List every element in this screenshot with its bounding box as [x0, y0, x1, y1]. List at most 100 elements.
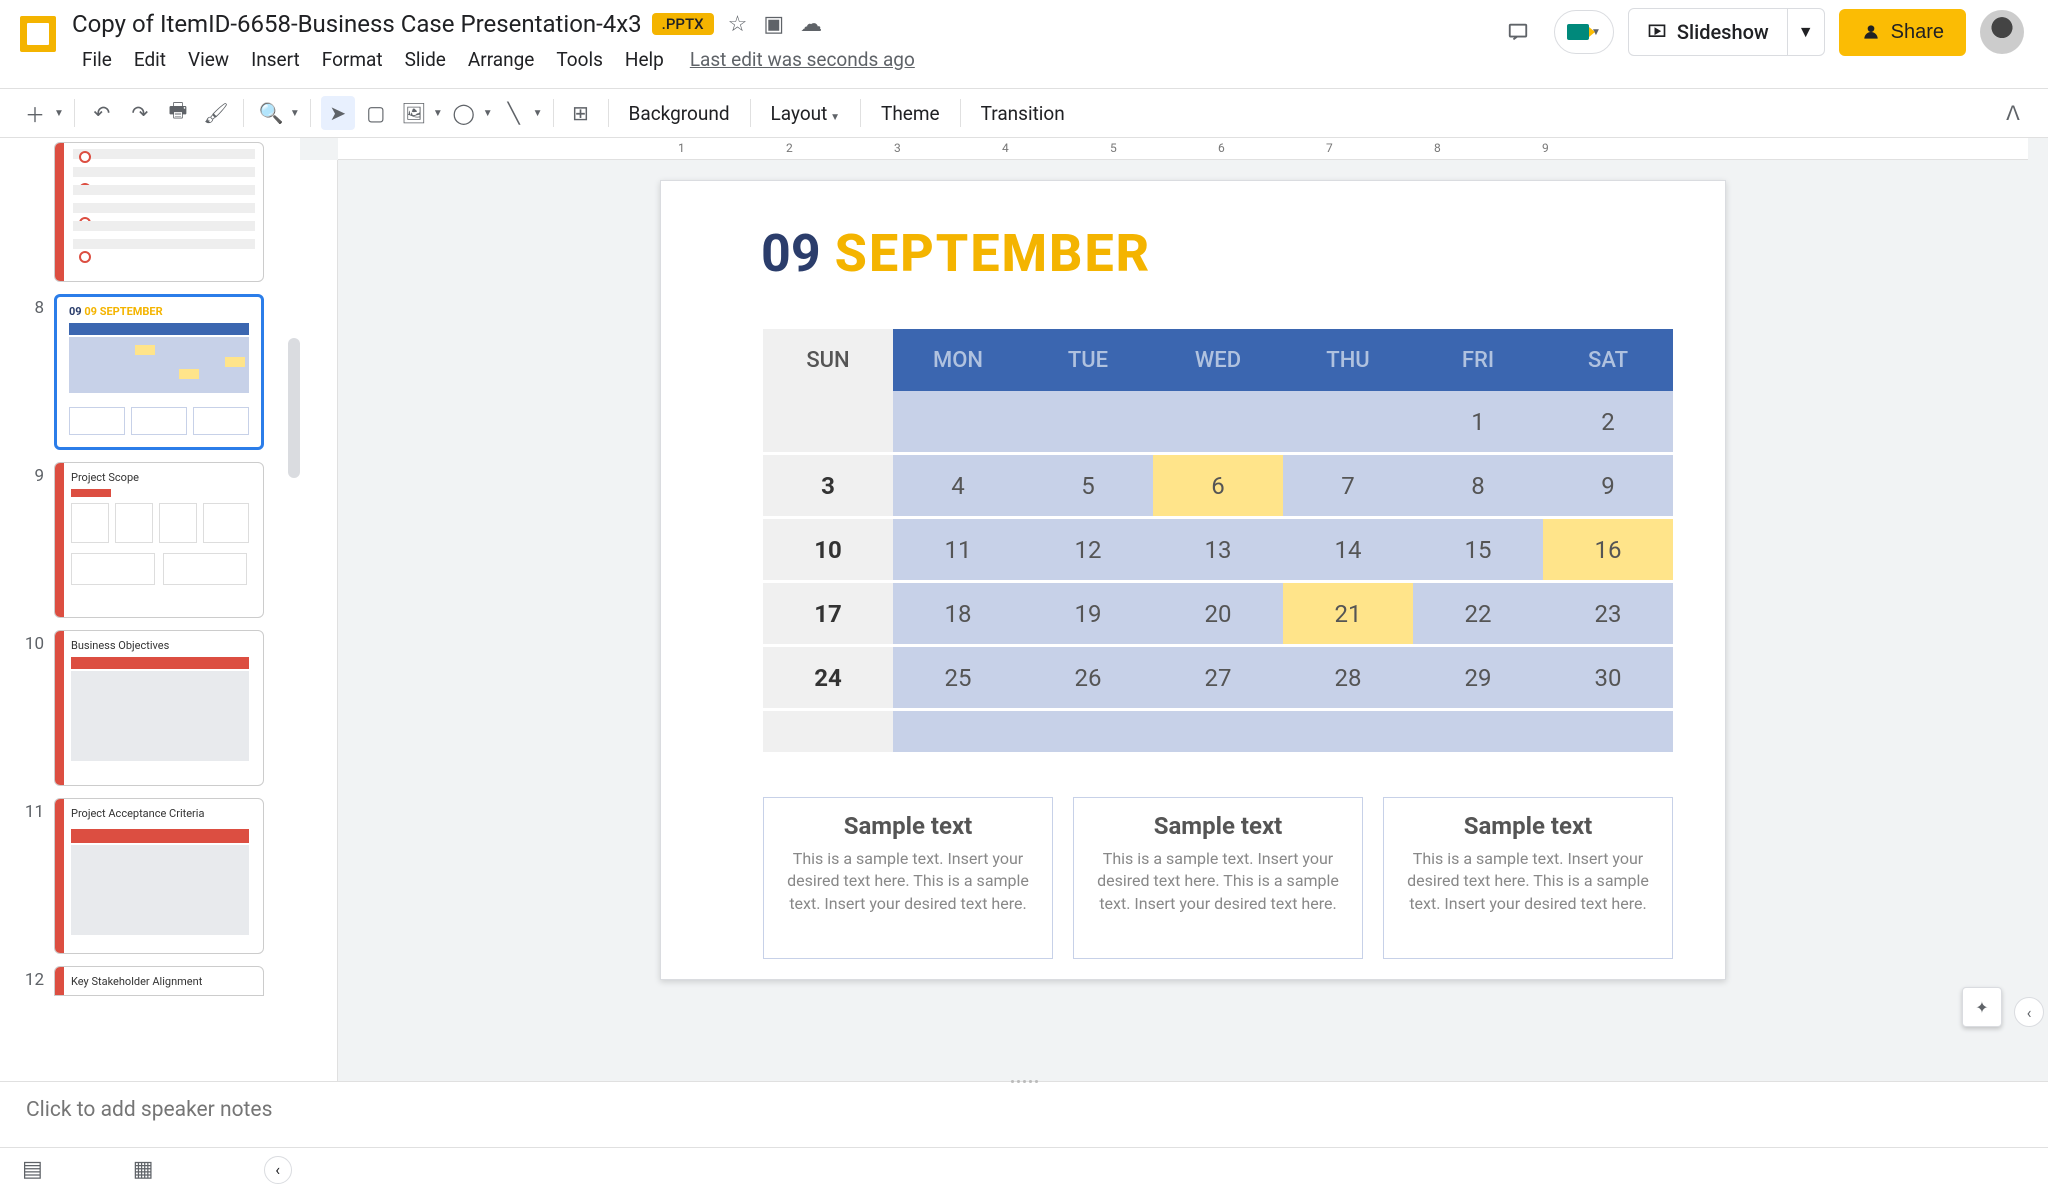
print-icon[interactable]: 🖶 — [161, 96, 195, 130]
grid-view-icon[interactable]: ▦ — [133, 1157, 154, 1182]
menu-tools[interactable]: Tools — [546, 44, 613, 75]
background-button[interactable]: Background — [619, 102, 740, 125]
slide-thumb[interactable]: Business Objectives — [54, 630, 264, 786]
calendar-cell: 1 — [1413, 391, 1543, 455]
undo-icon[interactable]: ↶ — [85, 96, 119, 130]
slide-thumb[interactable]: Key Stakeholder Alignment — [54, 966, 264, 996]
slide-month-name: SEPTEMBER — [835, 223, 1152, 284]
thumbnail-sidebar[interactable]: 8 09 09 SEPTEMBER 9 Project Scope — [0, 138, 300, 1081]
menu-slide[interactable]: Slide — [395, 44, 456, 75]
thumb-number: 9 — [20, 466, 44, 486]
side-panel-toggle-icon[interactable]: ‹ — [2014, 997, 2044, 1027]
calendar-cell — [1023, 391, 1153, 455]
calendar-cell: 3 — [763, 455, 893, 519]
calendar-day-header: FRI — [1413, 329, 1543, 391]
slides-logo[interactable] — [12, 8, 64, 60]
slide-thumb[interactable]: Project Acceptance Criteria — [54, 798, 264, 954]
line-icon[interactable]: ╲ — [497, 96, 531, 130]
slideshow-button[interactable]: Slideshow ▼ — [1628, 8, 1825, 56]
sample-text-box: Sample textThis is a sample text. Insert… — [1073, 797, 1363, 959]
comments-icon[interactable] — [1496, 10, 1540, 54]
slide-canvas[interactable]: 123456789 09 SEPTEMBER SUNMONTUEWEDTHUFR… — [300, 138, 2048, 1081]
calendar-cell — [1153, 711, 1283, 755]
sample-text-box: Sample textThis is a sample text. Insert… — [763, 797, 1053, 959]
calendar-day-header: SUN — [763, 329, 893, 391]
collapse-toolbar-icon[interactable]: ᐱ — [1996, 96, 2030, 130]
calendar-cell: 20 — [1153, 583, 1283, 647]
calendar-cell: 26 — [1023, 647, 1153, 711]
bottom-bar: ▤ ▦ ‹ — [0, 1147, 2048, 1191]
account-avatar[interactable] — [1980, 10, 2024, 54]
share-button[interactable]: Share — [1839, 9, 1966, 56]
calendar-cell: 13 — [1153, 519, 1283, 583]
menu-file[interactable]: File — [72, 44, 122, 75]
calendar-cell: 12 — [1023, 519, 1153, 583]
menu-format[interactable]: Format — [312, 44, 393, 75]
calendar-cell: 6 — [1153, 455, 1283, 519]
textbox-icon[interactable]: ▢ — [359, 96, 393, 130]
slide-thumb[interactable] — [54, 142, 264, 282]
vertical-ruler — [300, 160, 338, 1081]
calendar-cell: 9 — [1543, 455, 1673, 519]
collapse-sidebar-icon[interactable]: ‹ — [264, 1156, 292, 1184]
thumb-number: 8 — [20, 298, 44, 318]
menu-insert[interactable]: Insert — [241, 44, 310, 75]
menu-help[interactable]: Help — [615, 44, 674, 75]
calendar-cell: 14 — [1283, 519, 1413, 583]
calendar-cell: 21 — [1283, 583, 1413, 647]
thumb-number: 10 — [20, 634, 44, 654]
move-icon[interactable]: ▣ — [763, 12, 784, 37]
cloud-icon[interactable]: ☁ — [800, 12, 822, 37]
menu-view[interactable]: View — [178, 44, 239, 75]
filmstrip-view-icon[interactable]: ▤ — [22, 1157, 43, 1182]
image-icon[interactable]: 🖼 — [397, 96, 431, 130]
explore-icon[interactable]: ✦ — [1962, 987, 2002, 1027]
calendar-cell — [1153, 391, 1283, 455]
slide-content[interactable]: 09 SEPTEMBER SUNMONTUEWEDTHUFRISAT 12345… — [660, 180, 1726, 980]
slide-month-number: 09 — [761, 223, 821, 284]
meet-button[interactable]: ▼ — [1554, 10, 1614, 54]
calendar-cell — [763, 391, 893, 455]
calendar-cell: 17 — [763, 583, 893, 647]
slide-thumb-active[interactable]: 09 09 SEPTEMBER — [54, 294, 264, 450]
menu-bar: File Edit View Insert Format Slide Arran… — [72, 44, 1496, 74]
star-icon[interactable]: ☆ — [728, 12, 748, 37]
thumb-number: 11 — [20, 802, 44, 822]
calendar-cell: 22 — [1413, 583, 1543, 647]
thumb-number: 12 — [20, 970, 44, 990]
theme-button[interactable]: Theme — [871, 102, 950, 125]
redo-icon[interactable]: ↷ — [123, 96, 157, 130]
calendar-cell — [1023, 711, 1153, 755]
notes-drag-handle[interactable] — [1004, 1076, 1044, 1086]
paint-format-icon[interactable]: 🖌 — [199, 96, 233, 130]
calendar-day-header: MON — [893, 329, 1023, 391]
calendar-cell: 11 — [893, 519, 1023, 583]
menu-edit[interactable]: Edit — [124, 44, 176, 75]
workspace: 8 09 09 SEPTEMBER 9 Project Scope — [0, 138, 2048, 1081]
sample-text-box: Sample textThis is a sample text. Insert… — [1383, 797, 1673, 959]
last-edit-link[interactable]: Last edit was seconds ago — [690, 48, 915, 71]
sidebar-scrollbar[interactable] — [288, 338, 300, 478]
calendar-cell: 8 — [1413, 455, 1543, 519]
doc-title[interactable]: Copy of ItemID-6658-Business Case Presen… — [72, 10, 642, 38]
calendar-cell: 24 — [763, 647, 893, 711]
zoom-icon[interactable]: 🔍 — [254, 96, 288, 130]
horizontal-ruler: 123456789 — [338, 138, 2028, 160]
layout-button[interactable]: Layout ▼ — [761, 102, 850, 125]
slideshow-dropdown[interactable]: ▼ — [1787, 9, 1824, 55]
shape-icon[interactable]: ◯ — [447, 96, 481, 130]
menu-arrange[interactable]: Arrange — [458, 44, 544, 75]
share-label: Share — [1891, 21, 1944, 44]
new-slide-button[interactable]: ＋ — [18, 96, 52, 130]
calendar-cell: 5 — [1023, 455, 1153, 519]
speaker-notes[interactable]: Click to add speaker notes — [0, 1081, 2048, 1147]
transition-button[interactable]: Transition — [971, 102, 1075, 125]
calendar-cell — [893, 711, 1023, 755]
slide-thumb[interactable]: Project Scope — [54, 462, 264, 618]
calendar-cell: 15 — [1413, 519, 1543, 583]
calendar-cell: 27 — [1153, 647, 1283, 711]
calendar-cell: 23 — [1543, 583, 1673, 647]
calendar-cell: 25 — [893, 647, 1023, 711]
comment-icon[interactable]: ⊞ — [564, 96, 598, 130]
select-icon[interactable]: ➤ — [321, 96, 355, 130]
